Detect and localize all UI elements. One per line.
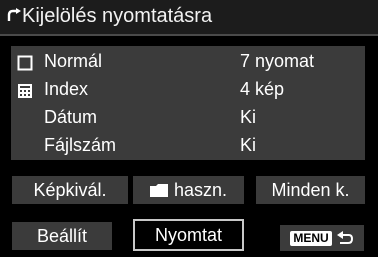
print-settings-panel: Normál 7 nyomat Index 4 kép Dátum Ki Fáj… [11, 46, 365, 160]
row-label: Fájlszám [44, 135, 117, 155]
row-label: Dátum [44, 107, 98, 127]
row-value: 4 kép [240, 79, 285, 99]
row-label: Normál [44, 51, 103, 71]
select-image-label: Képkivál. [33, 179, 107, 200]
print-button[interactable]: Nyomtat [133, 219, 244, 251]
page-title: Kijelölés nyomtatásra [22, 5, 213, 27]
folder-button[interactable]: haszn. [133, 176, 244, 204]
setup-button[interactable]: Beállít [12, 222, 112, 250]
select-image-button[interactable]: Képkivál. [12, 176, 128, 204]
folder-icon [149, 183, 168, 197]
print-label: Nyomtat [154, 224, 223, 245]
all-images-button[interactable]: Minden k. [256, 176, 365, 204]
index-print-icon [18, 84, 32, 98]
row-value: Ki [240, 135, 257, 155]
menu-key-label: MENU [290, 230, 332, 246]
menu-back-button[interactable]: MENU [280, 225, 364, 251]
row-index: Index 4 kép [11, 77, 365, 105]
row-date: Dátum Ki [11, 105, 365, 133]
row-file-number: Fájlszám Ki [11, 133, 365, 161]
folder-label: haszn. [173, 179, 228, 200]
row-value: Ki [240, 107, 257, 127]
title-bar: Kijelölés nyomtatásra [0, 0, 378, 36]
single-print-icon [17, 55, 33, 71]
setup-label: Beállít [36, 225, 88, 246]
row-label: Index [44, 79, 89, 99]
row-normal: Normál 7 nyomat [11, 49, 365, 77]
print-order-icon [7, 8, 21, 21]
row-value: 7 nyomat [240, 51, 315, 71]
all-images-label: Minden k. [271, 179, 350, 200]
return-arrow-icon [336, 231, 353, 244]
